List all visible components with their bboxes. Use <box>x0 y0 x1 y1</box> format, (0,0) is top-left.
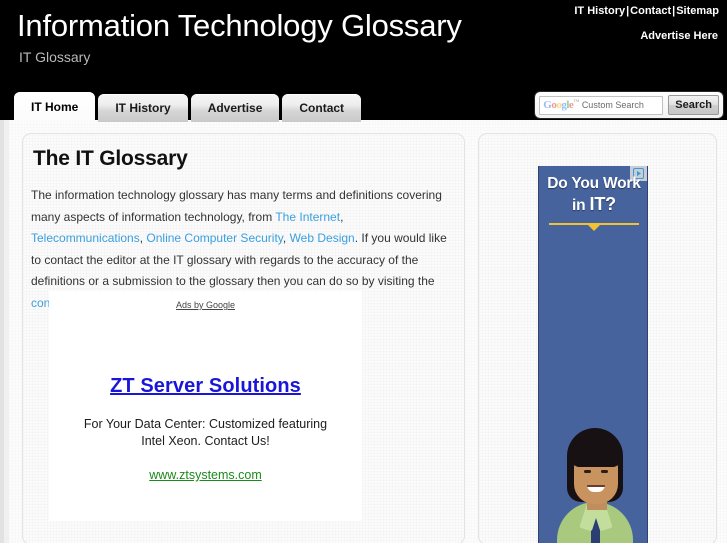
intro-separator-3: , <box>282 231 290 245</box>
ad-description-line-1: For Your Data Center: Customized featuri… <box>83 417 328 431</box>
top-link-contact[interactable]: Contact <box>630 5 671 17</box>
tab-it-home[interactable]: IT Home <box>14 92 96 122</box>
search-input[interactable]: Google™ Custom Search <box>539 95 664 115</box>
banner-headline-line-1: Do You Work <box>547 175 641 192</box>
link-telecommunications[interactable]: Telecommunications <box>31 231 140 245</box>
tab-list: IT Home IT History Advertise Contact <box>14 92 364 122</box>
intro-separator-1: , <box>340 209 344 224</box>
tab-it-history[interactable]: IT History <box>98 94 188 122</box>
banner-headline: Do You Work in IT? <box>539 174 647 216</box>
banner-headline-line-2-emphasis: IT? <box>589 194 617 214</box>
advertise-here-link[interactable]: Advertise Here <box>640 30 718 42</box>
main-content-card: The IT Glossary The information technolo… <box>22 133 465 545</box>
site-title: Information Technology Glossary <box>17 8 462 43</box>
top-link-it-history[interactable]: IT History <box>574 5 625 17</box>
ad-description: For Your Data Center: Customized featuri… <box>49 416 362 450</box>
tab-contact[interactable]: Contact <box>282 94 362 122</box>
top-link-sitemap[interactable]: Sitemap <box>676 5 719 17</box>
photo-eye-left <box>584 470 591 473</box>
tab-advertise[interactable]: Advertise <box>190 94 280 122</box>
site-header: Information Technology Glossary IT Gloss… <box>0 0 727 88</box>
google-logo-icon: Google™ <box>543 99 579 111</box>
ad-url-link[interactable]: www.ztsystems.com <box>49 468 362 482</box>
photo-fringe <box>572 443 620 467</box>
main-navbar: IT Home IT History Advertise Contact Goo… <box>0 88 727 122</box>
google-custom-search: Google™ Custom Search Search <box>535 92 723 118</box>
ad-description-line-2: Intel Xeon. Contact Us! <box>141 434 270 448</box>
sidebar-card: Do You Work in IT? <box>478 133 717 545</box>
intro-text-part-1: The information technology glossary has … <box>31 188 442 224</box>
link-online-computer-security[interactable]: Online Computer Security <box>146 231 283 245</box>
search-placeholder-text: Custom Search <box>581 100 644 110</box>
search-button[interactable]: Search <box>668 95 719 115</box>
ad-title-link[interactable]: ZT Server Solutions <box>49 375 362 398</box>
banner-person-photo <box>539 386 647 544</box>
ads-by-google-label[interactable]: Ads by Google <box>49 300 362 310</box>
sidebar-banner-ad[interactable]: Do You Work in IT? <box>538 166 648 544</box>
top-nav-links: IT History|Contact|Sitemap <box>574 5 719 17</box>
google-ads-block: Ads by Google ZT Server Solutions For Yo… <box>49 291 362 521</box>
link-web-design[interactable]: Web Design <box>290 231 355 245</box>
page-title: The IT Glossary <box>33 147 188 170</box>
banner-headline-line-2-prefix: in <box>572 197 590 214</box>
link-the-internet[interactable]: The Internet <box>275 210 340 224</box>
photo-eye-right <box>601 470 608 473</box>
site-subtitle: IT Glossary <box>19 49 91 65</box>
banner-divider-rule <box>549 223 639 231</box>
